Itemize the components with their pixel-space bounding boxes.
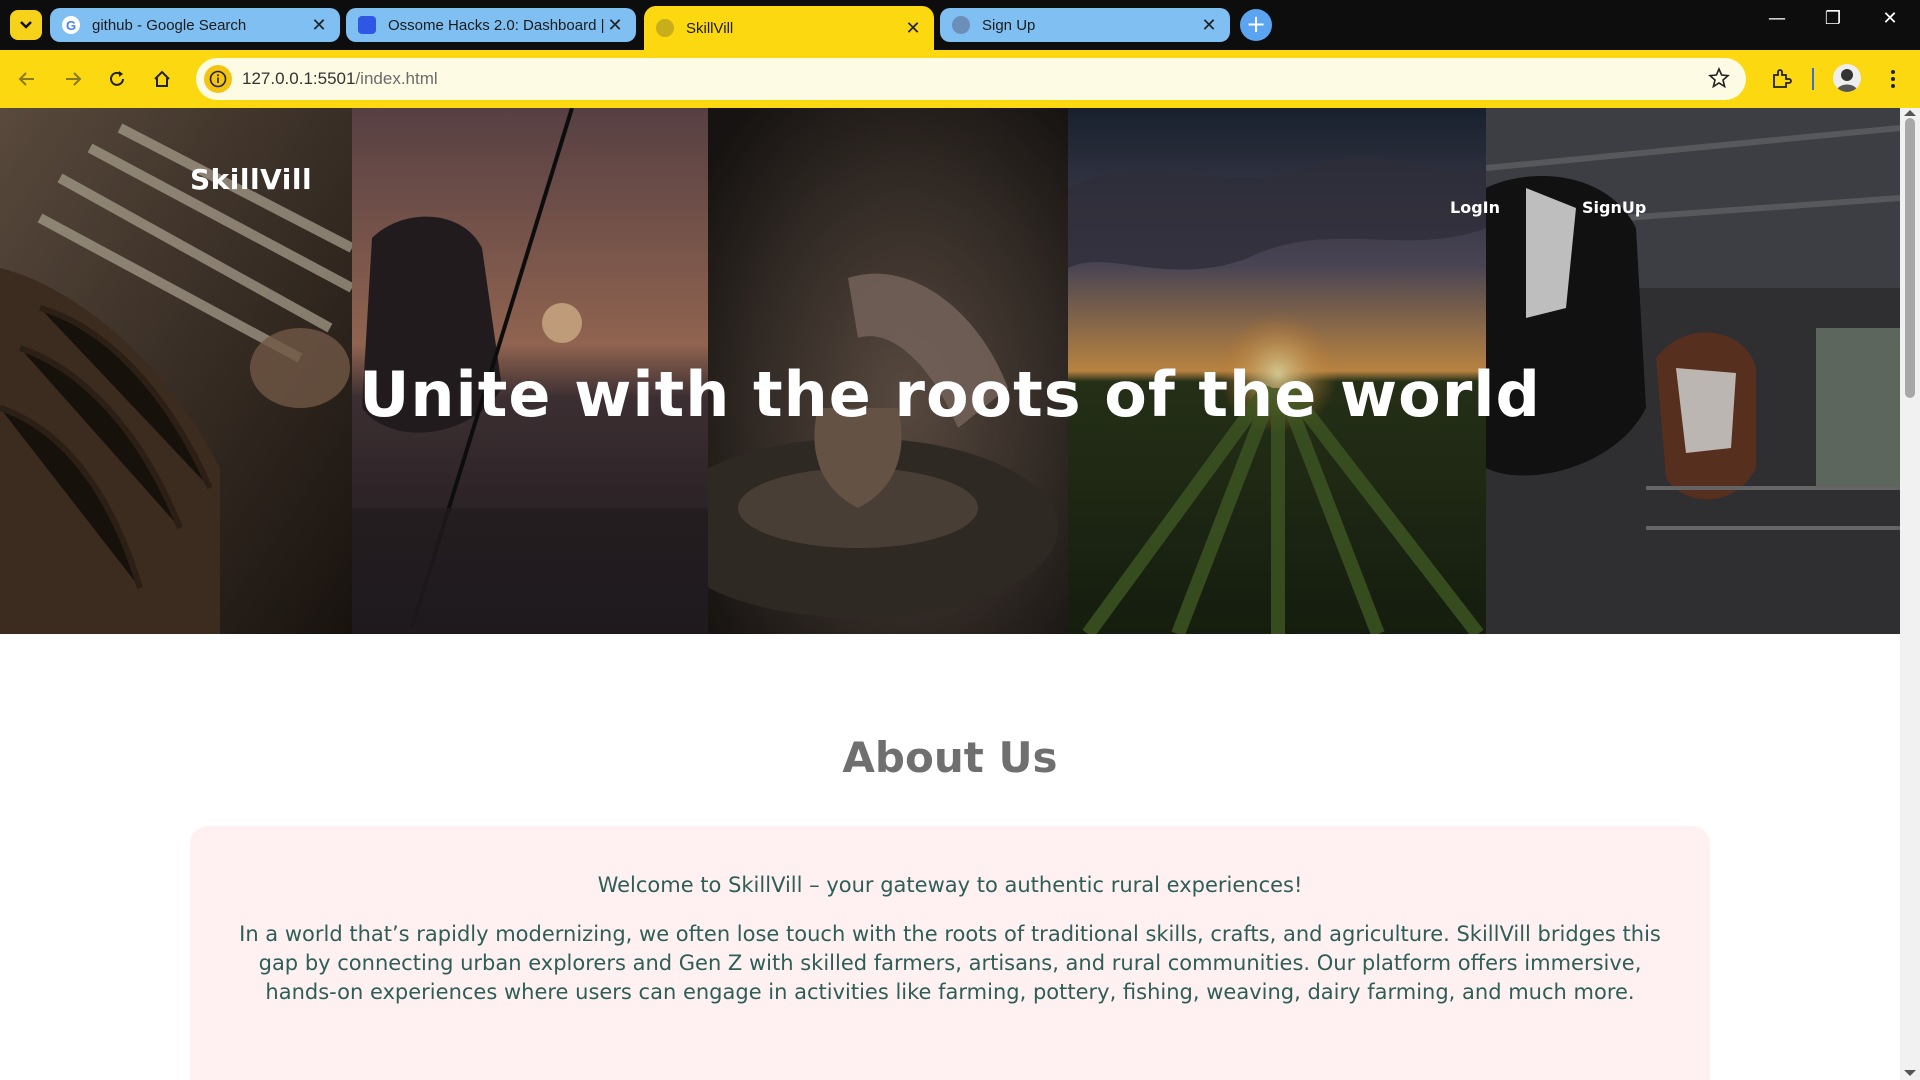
- page-viewport: SkillVill LogIn SignUp Unite with the ro…: [0, 108, 1900, 1080]
- minimize-icon[interactable]: —: [1757, 8, 1797, 29]
- globe-icon: [656, 19, 674, 37]
- google-icon: G: [62, 16, 80, 34]
- tab-skillvill[interactable]: SkillVill ✕: [644, 6, 934, 50]
- chevron-down-icon: [20, 21, 32, 29]
- tab-github-search[interactable]: G github - Google Search ✕: [50, 8, 340, 42]
- tab-search-button[interactable]: [10, 10, 42, 40]
- about-welcome: Welcome to SkillVill – your gateway to a…: [597, 873, 1303, 897]
- site-logo[interactable]: SkillVill: [190, 163, 312, 196]
- globe-icon: [952, 16, 970, 34]
- hero-section: SkillVill LogIn SignUp Unite with the ro…: [0, 108, 1900, 634]
- more-menu-icon[interactable]: [1880, 66, 1906, 92]
- site-info-icon[interactable]: [204, 65, 232, 93]
- tab-sign-up[interactable]: Sign Up ✕: [940, 8, 1230, 42]
- page-scrollbar[interactable]: [1900, 108, 1920, 1080]
- about-card: Welcome to SkillVill – your gateway to a…: [190, 826, 1710, 1080]
- browser-toolbar: 127.0.0.1:5501/index.html: [0, 50, 1920, 108]
- about-body: In a world that’s rapidly modernizing, w…: [239, 922, 1661, 1004]
- home-icon[interactable]: [149, 66, 175, 92]
- url-text: 127.0.0.1:5501/index.html: [242, 69, 438, 89]
- signup-link[interactable]: SignUp: [1582, 198, 1646, 217]
- toolbar-divider: [1812, 68, 1814, 90]
- forward-icon[interactable]: [60, 66, 86, 92]
- reload-icon[interactable]: [104, 66, 130, 92]
- new-tab-button[interactable]: +: [1240, 9, 1272, 41]
- tab-title: Ossome Hacks 2.0: Dashboard |: [388, 16, 605, 34]
- restore-icon[interactable]: ❐: [1813, 8, 1853, 29]
- tab-strip: G github - Google Search ✕ Ossome Hacks …: [0, 0, 1920, 50]
- tab-title: SkillVill: [686, 19, 734, 37]
- extensions-icon[interactable]: [1768, 66, 1794, 92]
- scrollbar-thumb[interactable]: [1905, 118, 1915, 398]
- close-icon[interactable]: ✕: [606, 15, 624, 36]
- scroll-down-icon[interactable]: [1904, 1070, 1916, 1076]
- url-host: 127.0.0.1:5501: [242, 69, 356, 88]
- bookmark-star-icon[interactable]: [1708, 66, 1730, 93]
- hero-title: Unite with the roots of the world: [359, 358, 1541, 431]
- tab-title: github - Google Search: [92, 16, 247, 34]
- tab-title: Sign Up: [982, 16, 1036, 34]
- login-link[interactable]: LogIn: [1450, 198, 1500, 217]
- about-heading: About Us: [842, 733, 1058, 782]
- close-window-icon[interactable]: ✕: [1870, 8, 1910, 29]
- back-icon[interactable]: [14, 66, 40, 92]
- address-bar[interactable]: 127.0.0.1:5501/index.html: [196, 58, 1746, 100]
- profile-avatar[interactable]: [1833, 64, 1861, 92]
- tab-ossome-hacks[interactable]: Ossome Hacks 2.0: Dashboard | ✕: [346, 8, 636, 42]
- close-icon[interactable]: ✕: [904, 18, 922, 39]
- site-icon: [358, 16, 376, 34]
- close-icon[interactable]: ✕: [1200, 15, 1218, 36]
- close-icon[interactable]: ✕: [310, 15, 328, 36]
- url-path: /index.html: [355, 69, 438, 88]
- scroll-up-icon[interactable]: [1904, 110, 1916, 116]
